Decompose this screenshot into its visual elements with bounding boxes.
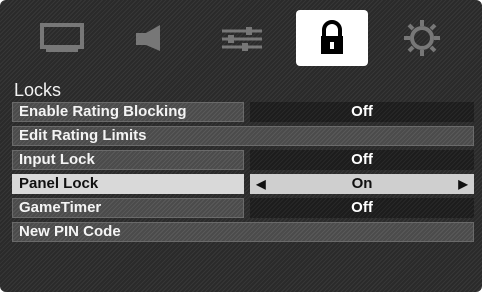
row-label: New PIN Code	[12, 222, 474, 242]
row-label: GameTimer	[12, 198, 244, 218]
row-input-lock[interactable]: Input Lock Off	[12, 150, 474, 170]
row-gametimer[interactable]: GameTimer Off	[12, 198, 474, 218]
adjustments-icon	[222, 27, 262, 51]
row-label: Edit Rating Limits	[12, 126, 474, 146]
tab-adjustments[interactable]	[206, 10, 278, 66]
tv-settings-menu: Locks Enable Rating Blocking Off Edit Ra…	[0, 0, 482, 292]
lock-icon	[321, 20, 343, 54]
speaker-icon	[136, 25, 160, 51]
row-value: Off	[250, 150, 474, 170]
tab-locks[interactable]	[296, 10, 368, 66]
left-arrow-icon[interactable]: ◀	[254, 174, 268, 194]
row-value: Off	[250, 102, 474, 122]
tab-settings[interactable]	[386, 10, 458, 66]
row-value-text: On	[351, 175, 373, 192]
row-value: ◀ On ▶	[250, 174, 474, 194]
row-enable-rating-blocking[interactable]: Enable Rating Blocking Off	[12, 102, 474, 122]
row-value: Off	[250, 198, 474, 218]
panel-title: Locks	[14, 80, 62, 100]
right-arrow-icon[interactable]: ▶	[456, 174, 470, 194]
menu-tabs	[0, 0, 482, 72]
row-label: Input Lock	[12, 150, 244, 170]
gear-icon	[404, 20, 440, 56]
row-label: Panel Lock	[12, 174, 244, 194]
picture-icon	[40, 23, 84, 52]
row-panel-lock[interactable]: Panel Lock ◀ On ▶	[12, 174, 474, 194]
row-new-pin-code[interactable]: New PIN Code	[12, 222, 474, 242]
row-label: Enable Rating Blocking	[12, 102, 244, 122]
locks-menu: Enable Rating Blocking Off Edit Rating L…	[12, 102, 474, 246]
tab-picture[interactable]	[26, 10, 98, 66]
tab-audio[interactable]	[116, 10, 188, 66]
row-edit-rating-limits[interactable]: Edit Rating Limits	[12, 126, 474, 146]
